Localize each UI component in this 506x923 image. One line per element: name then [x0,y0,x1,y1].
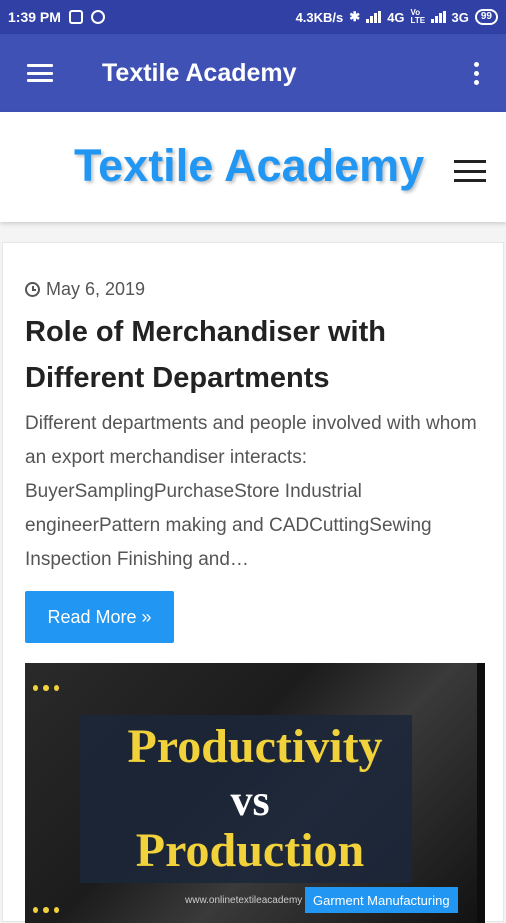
net-speed: 4.3KB/s [295,9,344,25]
bluetooth-icon: ✱ [349,9,361,24]
site-menu-icon[interactable] [454,160,486,182]
network-1-label: 4G [387,9,405,25]
nav-menu-button[interactable] [0,34,80,112]
signal-1-icon [366,11,382,23]
post-date: May 6, 2019 [46,279,146,299]
battery-icon: 99 [474,9,498,25]
thumbnail-line-3: Production [135,824,365,877]
network-2-label: 3G [451,9,469,25]
clock-icon [25,282,40,297]
post-title[interactable]: Role of Merchandiser with Different Depa… [25,309,485,401]
post-card: May 6, 2019 Role of Merchandiser with Di… [2,242,504,923]
post-meta: May 6, 2019 [25,279,145,300]
hamburger-icon [27,64,53,82]
thumbnail-line-2: vs [230,776,270,825]
site-header: Textile Academy [0,112,506,222]
app-title: Textile Academy [102,58,297,87]
volte-label: Vo LTE [410,8,426,25]
signal-2-icon [430,11,446,23]
b-app-icon [90,10,105,24]
read-more-button[interactable]: Read More » [25,591,174,643]
thumbnail-url: www.onlinetextileacademy [185,895,303,906]
dots-decoration-top [33,685,59,693]
post-thumbnail[interactable]: Productivity vs Production www.onlinetex… [25,663,485,923]
thumbnail-line-1: Productivity [127,720,383,773]
thumbnail-edge [477,663,485,923]
dots-decoration-bottom [33,907,59,915]
notification-icon [68,10,83,24]
overflow-menu-button[interactable] [446,34,506,112]
status-time: 1:39 PM [8,9,61,25]
category-badge[interactable]: Garment Manufacturing [305,887,458,913]
status-bar: 1:39 PM 4.3KB/s ✱ 4G Vo LTE 3G 99 [0,0,506,34]
post-excerpt: Different departments and people involve… [25,413,477,570]
app-bar: Textile Academy [0,34,506,112]
site-title[interactable]: Textile Academy [74,140,424,192]
